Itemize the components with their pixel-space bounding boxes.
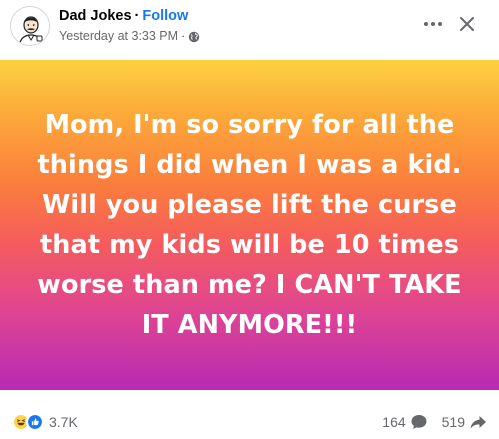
name-row: Dad Jokes · Follow [59,6,188,26]
reactions-summary[interactable]: 3.7K [12,412,78,432]
close-button[interactable] [453,10,481,38]
more-options-button[interactable] [419,10,447,38]
facebook-post: Dad Jokes · Follow Yesterday at 3:33 PM · [0,0,499,439]
follow-button[interactable]: Follow [142,8,188,24]
meta-separator: · [181,29,186,43]
post-text: Mom, I'm so sorry for all the things I d… [37,110,462,340]
more-options-icon [423,22,444,26]
dad-avatar-icon [11,7,49,45]
post-meta: Yesterday at 3:33 PM · [59,27,200,45]
post-footer: 3.7K 164 519 [0,390,499,439]
comments-count-button[interactable]: 164 [382,413,427,431]
share-count: 519 [441,414,465,430]
share-icon [470,416,486,429]
close-icon [460,17,474,31]
page-name-link[interactable]: Dad Jokes [59,8,132,24]
shares-count-button[interactable]: 519 [442,413,487,431]
comment-icon [411,415,427,429]
globe-icon [188,30,200,43]
page-avatar[interactable] [10,6,50,46]
post-header: Dad Jokes · Follow Yesterday at 3:33 PM · [0,0,499,60]
like-icon [26,413,44,431]
post-timestamp[interactable]: Yesterday at 3:33 PM [59,27,178,45]
name-separator: · [134,8,140,24]
text-background-card: Mom, I'm so sorry for all the things I d… [0,60,499,390]
engagement-stats: 164 519 [382,412,487,432]
reaction-count: 3.7K [49,414,78,430]
comment-count: 164 [382,414,406,430]
